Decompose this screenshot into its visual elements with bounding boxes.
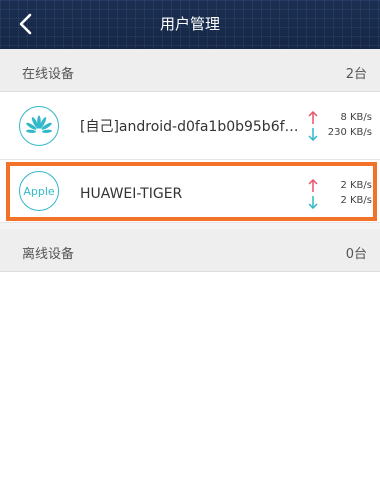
huawei-logo-icon bbox=[19, 106, 59, 146]
offline-devices-section-header: 离线设备 0台 bbox=[0, 229, 380, 272]
offline-devices-title: 离线设备 bbox=[22, 247, 75, 262]
device-name: [自己]android-d0fa1b0b95b6f6... bbox=[80, 119, 300, 135]
device-row-self[interactable]: [自己]android-d0fa1b0b95b6f6... 8 KB/s 230… bbox=[0, 92, 380, 160]
empty-content-area bbox=[0, 272, 380, 480]
online-devices-count: 2台 bbox=[345, 67, 367, 82]
upload-speed: 2 KB/s bbox=[340, 180, 372, 191]
online-devices-title: 在线设备 bbox=[22, 67, 75, 82]
offline-devices-count: 0台 bbox=[345, 247, 367, 262]
apple-logo-icon: Apple bbox=[19, 171, 59, 211]
apple-icon-label: Apple bbox=[23, 184, 55, 198]
device-row-huawei-tiger[interactable]: Apple HUAWEI-TIGER 2 KB/s 2 KB/s bbox=[0, 160, 380, 223]
download-speed: 2 KB/s bbox=[340, 195, 372, 206]
download-speed: 230 KB/s bbox=[327, 127, 372, 138]
online-devices-section-header: 在线设备 2台 bbox=[0, 49, 380, 92]
device-name: HUAWEI-TIGER bbox=[80, 186, 183, 202]
app-header: 用户管理 bbox=[0, 0, 380, 49]
upload-speed: 8 KB/s bbox=[340, 112, 372, 123]
page-title: 用户管理 bbox=[159, 15, 220, 33]
